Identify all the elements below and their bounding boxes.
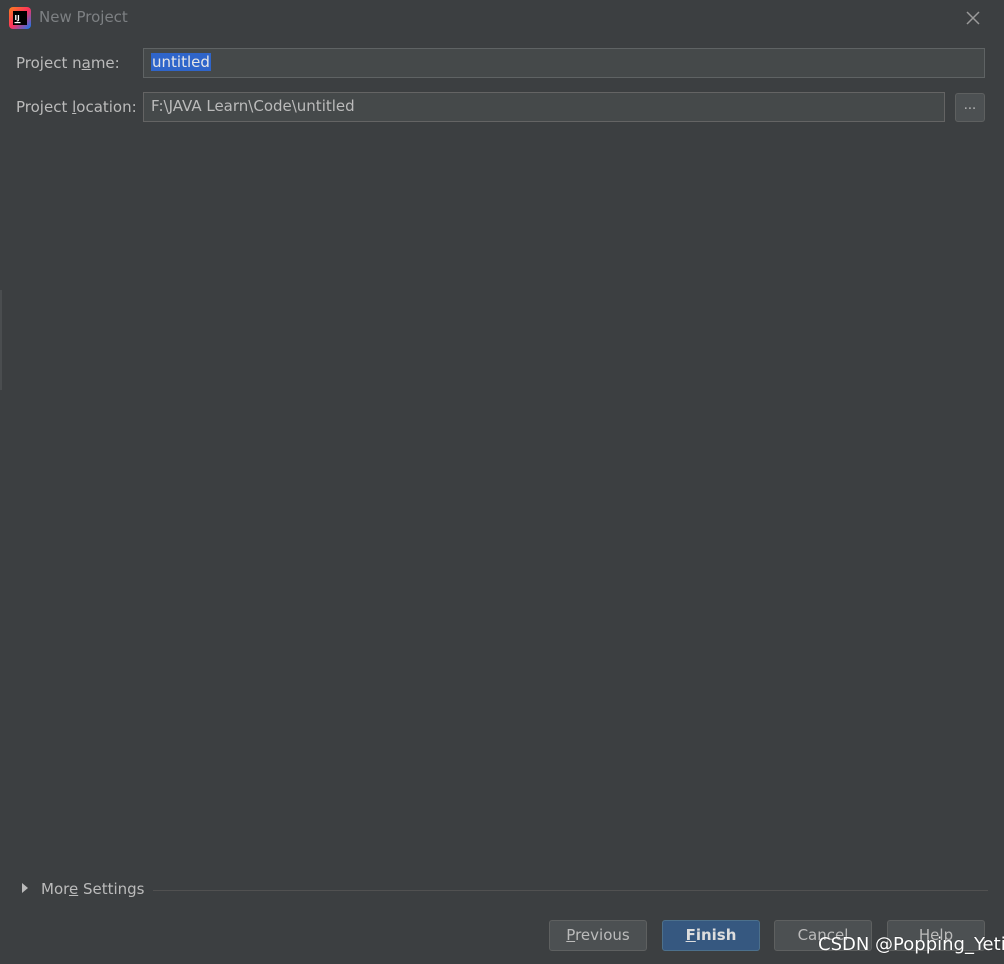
project-name-value: untitled (151, 53, 211, 71)
watermark: CSDN @Popping_Yeti (818, 934, 1004, 955)
project-location-input[interactable]: F:\JAVA Learn\Code\untitled (143, 92, 945, 122)
window-title: New Project (39, 8, 128, 26)
more-settings-separator (153, 890, 988, 891)
finish-button[interactable]: Finish (662, 920, 760, 951)
window-edge (0, 290, 2, 390)
browse-button[interactable]: ... (955, 93, 985, 122)
more-settings-label: More Settings (41, 880, 145, 898)
previous-button[interactable]: Previous (549, 920, 647, 951)
project-name-input[interactable]: untitled (143, 48, 985, 78)
project-location-value: F:\JAVA Learn\Code\untitled (151, 97, 355, 115)
close-icon[interactable] (963, 8, 983, 28)
intellij-idea-icon: IJ (9, 7, 31, 29)
new-project-dialog: IJ New Project Project name: untitled Pr… (0, 0, 1004, 964)
svg-text:IJ: IJ (15, 14, 20, 22)
project-location-label: Project location: (16, 98, 137, 116)
title-bar: IJ New Project (0, 0, 1004, 36)
expand-arrow-icon (22, 883, 28, 893)
project-name-label: Project name: (16, 54, 120, 72)
